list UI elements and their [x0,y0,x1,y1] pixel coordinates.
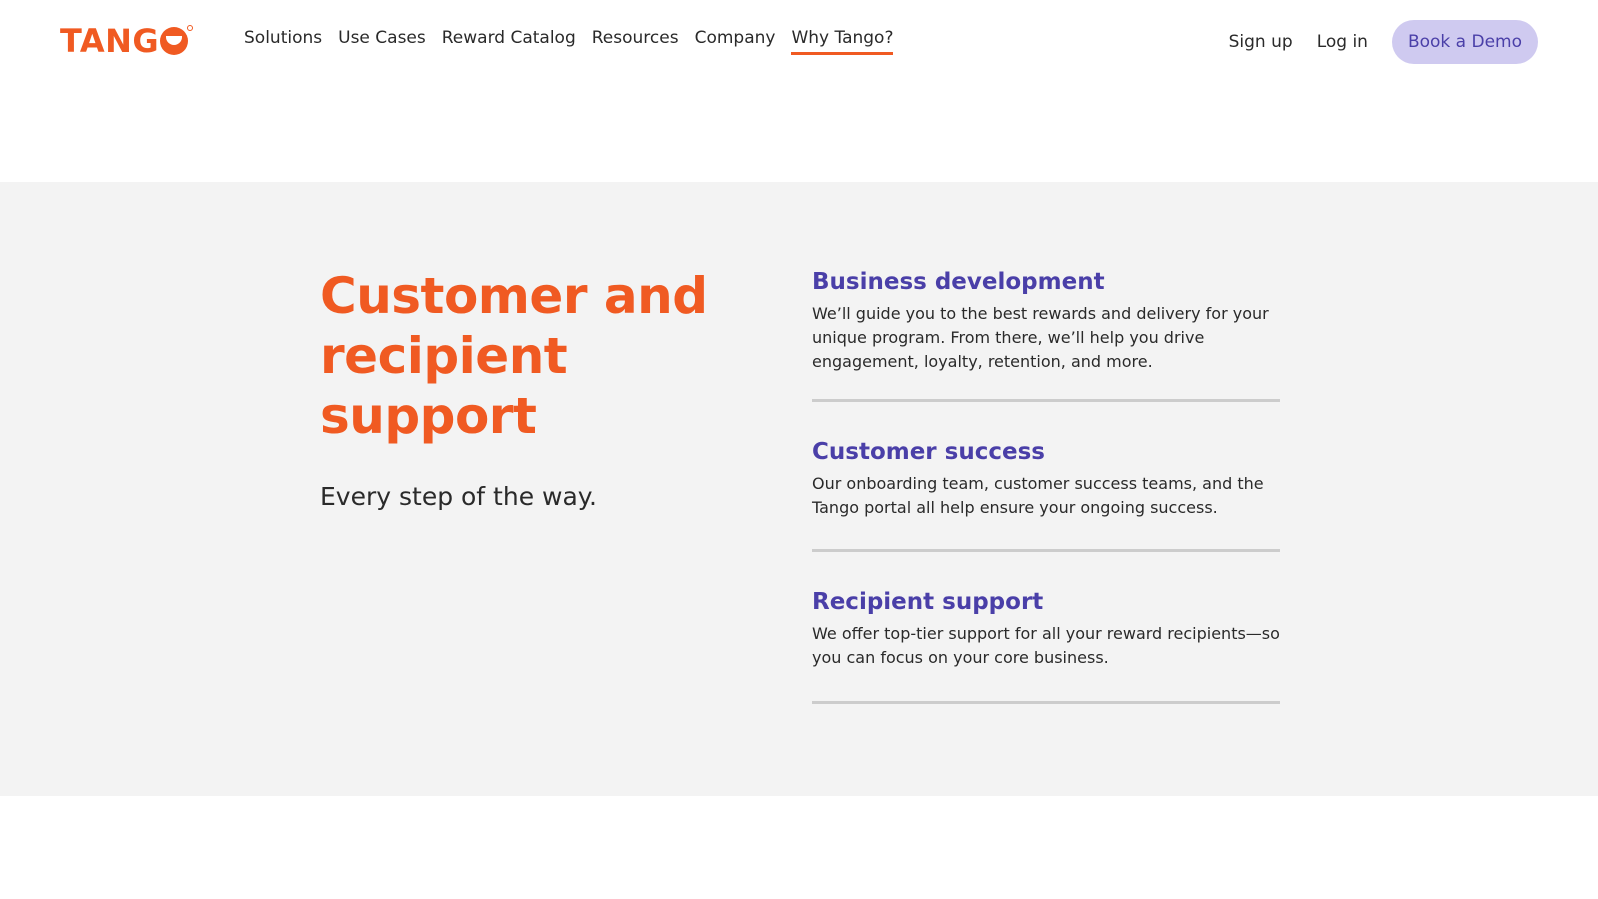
log-in-link[interactable]: Log in [1317,32,1368,52]
section-heading: Customer and recipient support [320,267,708,445]
book-demo-button[interactable]: Book a Demo [1391,20,1538,64]
feature-title: Customer success [812,439,1045,465]
nav-item-resources[interactable]: Resources [592,28,679,55]
feature-description: Our onboarding team, customer success te… [812,474,1264,517]
logo-smile-icon [160,25,194,55]
feature-customer-success: Customer success Our onboarding team, cu… [812,402,1280,552]
feature-description: We’ll guide you to the best rewards and … [812,304,1269,371]
nav-item-use-cases[interactable]: Use Cases [338,28,426,55]
site-header: TANG Solutions Use Cases Reward Catalog … [0,0,1598,84]
feature-description: We offer top-tier support for all your r… [812,624,1280,667]
sign-up-link[interactable]: Sign up [1229,32,1293,52]
tango-logo[interactable]: TANG [60,22,194,60]
feature-title: Business development [812,269,1105,295]
nav-item-company[interactable]: Company [695,28,776,55]
nav-item-why-tango[interactable]: Why Tango? [791,28,894,55]
feature-recipient-support: Recipient support We offer top-tier supp… [812,552,1280,704]
nav-item-reward-catalog[interactable]: Reward Catalog [442,28,576,55]
features-list: Business development We’ll guide you to … [812,266,1280,704]
section-subheading: Every step of the way. [320,482,597,511]
logo-text: TANG [60,22,160,60]
feature-title: Recipient support [812,589,1044,615]
nav-item-solutions[interactable]: Solutions [244,28,322,55]
support-section: Customer and recipient support Every ste… [0,182,1598,796]
feature-business-development: Business development We’ll guide you to … [812,266,1280,402]
main-nav: Solutions Use Cases Reward Catalog Resou… [244,28,894,55]
auth-actions: Sign up Log in Book a Demo [1229,20,1538,64]
